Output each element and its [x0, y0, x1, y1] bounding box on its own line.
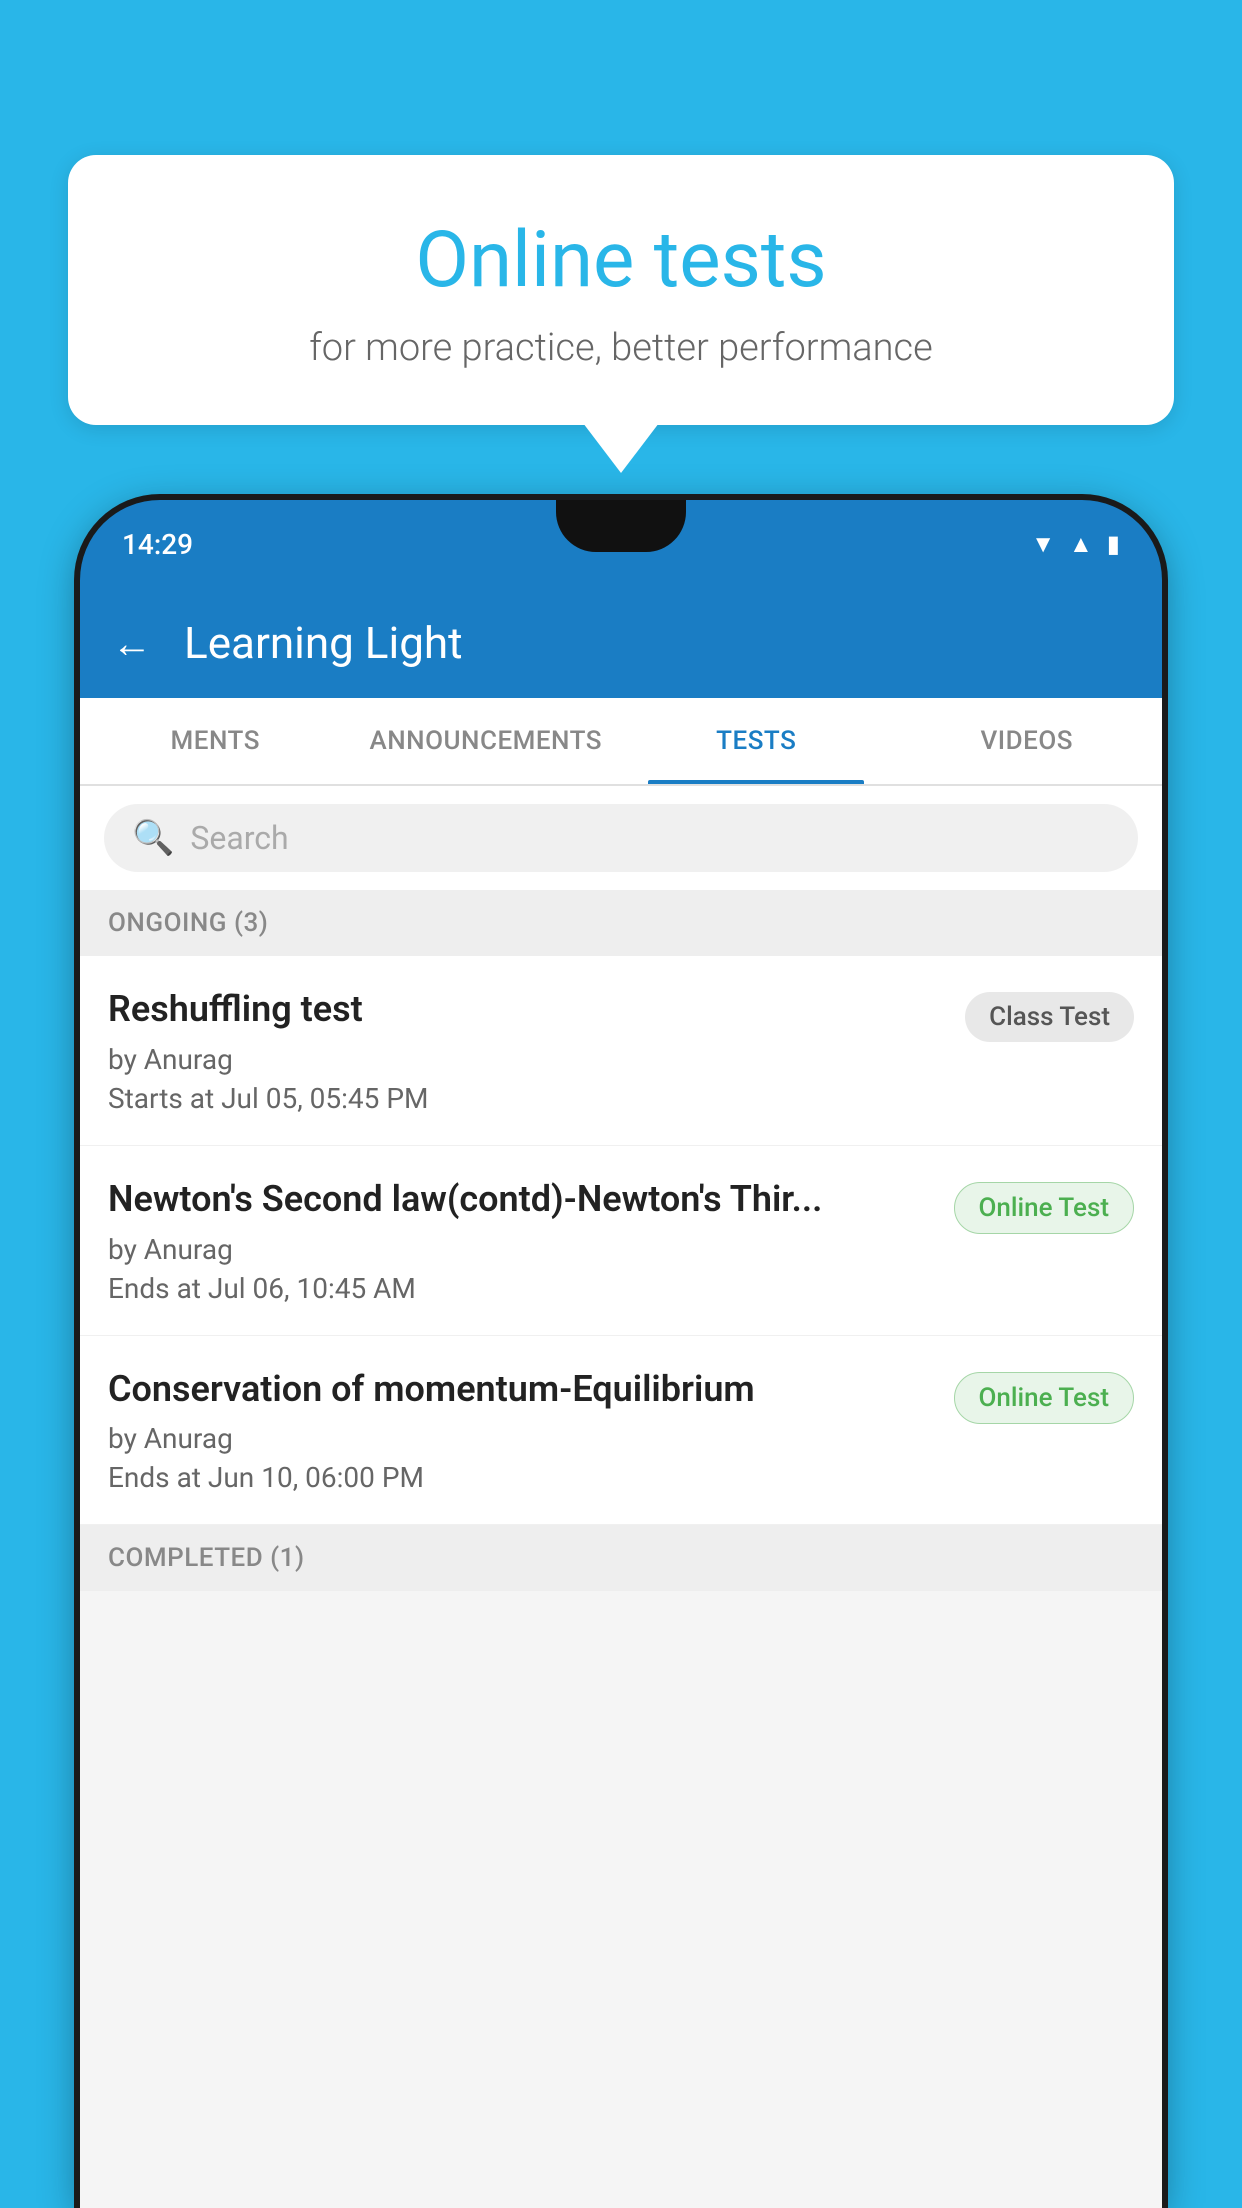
- test-name-1: Reshuffling test: [108, 986, 945, 1033]
- back-button[interactable]: ←: [112, 620, 152, 667]
- test-item-info-2: Newton's Second law(contd)-Newton's Thir…: [108, 1176, 954, 1305]
- app-bar-title: Learning Light: [184, 617, 463, 669]
- test-time-2: Ends at Jul 06, 10:45 AM: [108, 1272, 934, 1305]
- app-bar: ← Learning Light: [80, 588, 1162, 698]
- status-bar: 14:29 ▼ ▲ ▮: [80, 500, 1162, 588]
- battery-icon: ▮: [1107, 530, 1120, 558]
- ongoing-section-header: ONGOING (3): [80, 890, 1162, 956]
- test-item-info-1: Reshuffling test by Anurag Starts at Jul…: [108, 986, 965, 1115]
- test-name-3: Conservation of momentum-Equilibrium: [108, 1366, 934, 1413]
- speech-bubble: Online tests for more practice, better p…: [68, 155, 1174, 425]
- tabs-bar: MENTS ANNOUNCEMENTS TESTS VIDEOS: [80, 698, 1162, 786]
- status-time: 14:29: [122, 528, 193, 561]
- completed-section-header: COMPLETED (1): [80, 1525, 1162, 1591]
- test-badge-2: Online Test: [954, 1182, 1135, 1234]
- test-author-1: by Anurag: [108, 1043, 945, 1076]
- content-area: 🔍 Search ONGOING (3) Reshuffling test by…: [80, 786, 1162, 2208]
- signal-icon: ▲: [1069, 530, 1093, 559]
- search-bar-container: 🔍 Search: [80, 786, 1162, 890]
- tab-ments[interactable]: MENTS: [80, 698, 351, 784]
- test-item-newton[interactable]: Newton's Second law(contd)-Newton's Thir…: [80, 1146, 1162, 1336]
- search-placeholder: Search: [190, 819, 288, 857]
- test-author-2: by Anurag: [108, 1233, 934, 1266]
- test-item-reshuffling[interactable]: Reshuffling test by Anurag Starts at Jul…: [80, 956, 1162, 1146]
- test-name-2: Newton's Second law(contd)-Newton's Thir…: [108, 1176, 934, 1223]
- test-author-3: by Anurag: [108, 1422, 934, 1455]
- tab-announcements[interactable]: ANNOUNCEMENTS: [351, 698, 622, 784]
- test-badge-1: Class Test: [965, 992, 1134, 1042]
- status-icons: ▼ ▲ ▮: [1031, 530, 1120, 559]
- tab-tests[interactable]: TESTS: [621, 698, 892, 784]
- test-item-conservation[interactable]: Conservation of momentum-Equilibrium by …: [80, 1336, 1162, 1526]
- phone-inner: 14:29 ▼ ▲ ▮ ← Learning Light MENTS ANNOU…: [80, 500, 1162, 2208]
- test-time-1: Starts at Jul 05, 05:45 PM: [108, 1082, 945, 1115]
- bubble-title: Online tests: [118, 215, 1124, 306]
- search-icon: 🔍: [132, 818, 174, 858]
- test-time-3: Ends at Jun 10, 06:00 PM: [108, 1461, 934, 1494]
- bubble-subtitle: for more practice, better performance: [118, 326, 1124, 370]
- phone-frame: 14:29 ▼ ▲ ▮ ← Learning Light MENTS ANNOU…: [80, 500, 1162, 2208]
- test-badge-3: Online Test: [954, 1372, 1135, 1424]
- wifi-icon: ▼: [1031, 530, 1055, 559]
- test-item-info-3: Conservation of momentum-Equilibrium by …: [108, 1366, 954, 1495]
- phone-notch: [556, 500, 686, 552]
- search-bar[interactable]: 🔍 Search: [104, 804, 1138, 872]
- tab-videos[interactable]: VIDEOS: [892, 698, 1163, 784]
